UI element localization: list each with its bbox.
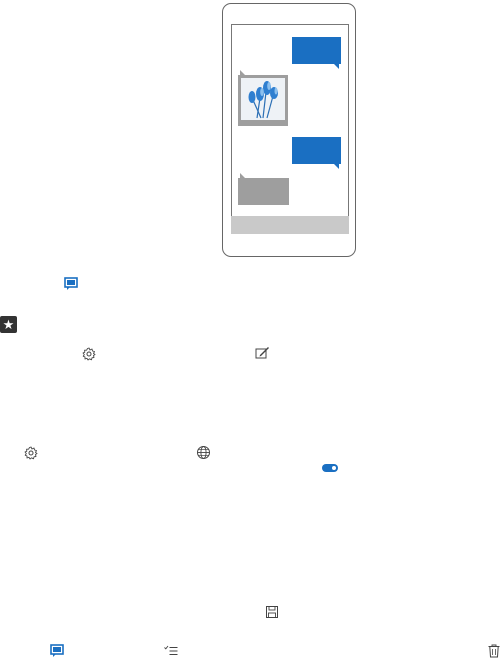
save-icon — [265, 605, 279, 619]
sent-message-bubble — [292, 37, 341, 69]
toggle-icon — [322, 464, 338, 472]
sent-message-bubble — [292, 137, 341, 169]
flower-photo — [241, 78, 285, 120]
message-icon — [64, 277, 78, 291]
compose-icon — [255, 346, 270, 360]
message-icon — [50, 644, 64, 658]
gear-icon — [82, 347, 96, 361]
gear-icon — [24, 446, 38, 460]
trash-icon — [488, 644, 500, 658]
received-photo-bubble — [238, 70, 288, 126]
star-icon: ★ — [0, 316, 17, 333]
received-message-bubble — [238, 173, 289, 205]
select-icon — [164, 645, 178, 657]
globe-icon — [196, 445, 211, 460]
phone-input-bar — [231, 216, 349, 234]
